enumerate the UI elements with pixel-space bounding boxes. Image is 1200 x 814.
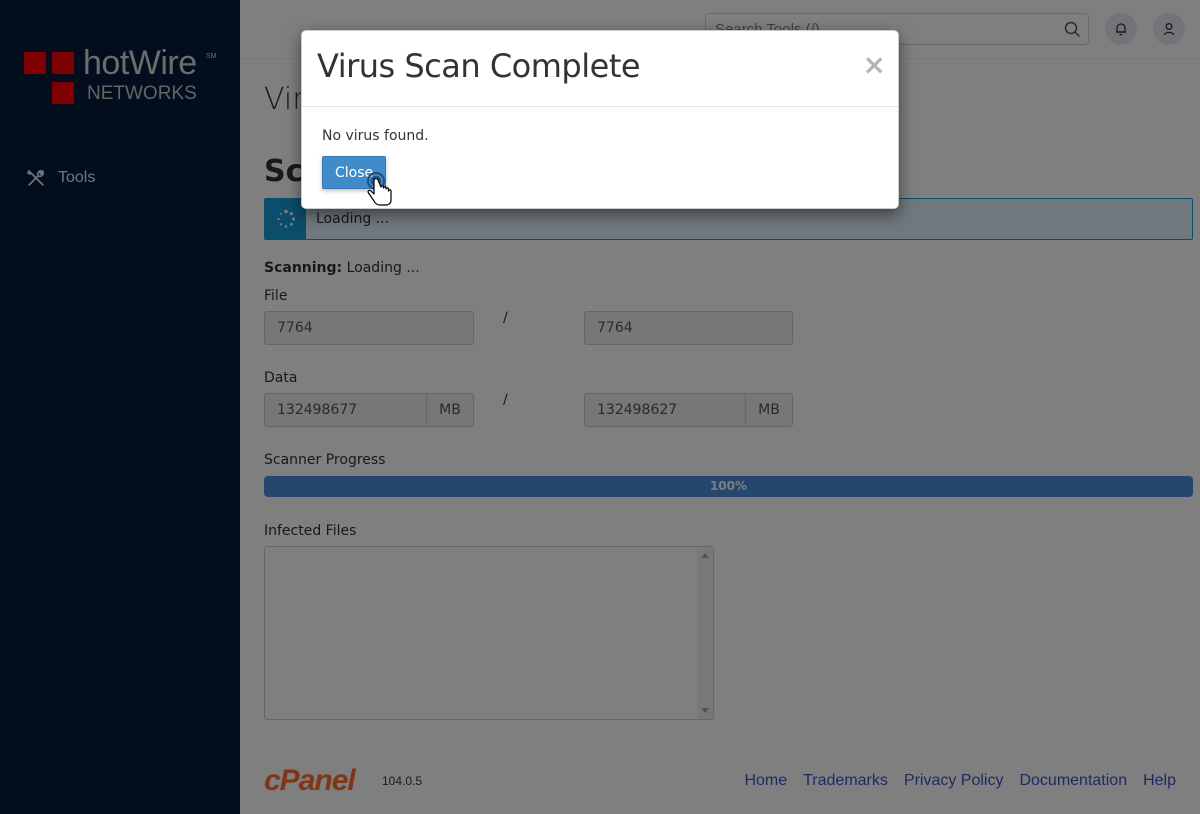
modal-header: Virus Scan Complete × xyxy=(302,31,898,107)
close-button[interactable]: Close xyxy=(322,156,387,189)
modal-message: No virus found. xyxy=(322,128,429,144)
virus-scan-complete-modal: Virus Scan Complete × No virus found. Cl… xyxy=(301,30,899,209)
modal-title: Virus Scan Complete xyxy=(317,47,641,85)
modal-body: No virus found. Close xyxy=(302,107,898,210)
modal-close-icon[interactable]: × xyxy=(863,51,886,79)
